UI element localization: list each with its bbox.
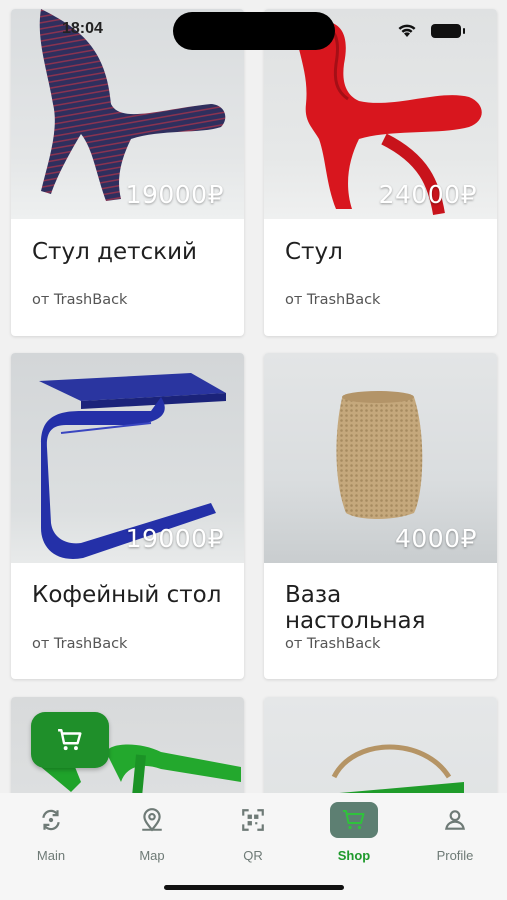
status-time: 18:04 <box>62 20 103 37</box>
nav-item-profile[interactable]: Profile <box>410 793 500 873</box>
product-photo: 4000₽ <box>264 353 497 563</box>
product-price: 19000₽ <box>125 180 224 209</box>
product-price: 24000₽ <box>378 180 477 209</box>
nav-active-indicator <box>330 802 378 838</box>
nav-label: Main <box>36 848 66 863</box>
nav-item-qr[interactable]: QR <box>208 793 298 873</box>
cart-icon <box>343 810 365 830</box>
nav-label: Map <box>139 848 165 863</box>
product-card[interactable]: 19000₽ Стул детский от TrashBack <box>11 9 244 336</box>
qr-scan-icon <box>242 809 264 831</box>
user-icon <box>445 810 465 830</box>
product-title: Ваза настольная <box>285 582 426 634</box>
status-bar: 18:04 <box>0 0 507 50</box>
product-card[interactable]: 19000₽ Кофейный стол от TrashBack <box>11 353 244 679</box>
nav-label: QR <box>243 848 263 863</box>
nav-item-shop[interactable]: Shop <box>309 793 399 873</box>
product-card[interactable]: 4000₽ Ваза настольная от TrashBack <box>264 353 497 679</box>
product-seller: от TrashBack <box>285 292 381 308</box>
product-title: Стул <box>285 239 343 265</box>
product-seller: от TrashBack <box>285 636 381 652</box>
product-seller: от TrashBack <box>32 636 128 652</box>
refresh-icon <box>42 809 60 831</box>
nav-label: Shop <box>337 848 371 863</box>
cart-icon <box>58 729 82 751</box>
battery-icon <box>431 24 465 38</box>
bottom-navigation: Main Map QR Shop Profile <box>0 793 507 900</box>
product-card[interactable]: 24000₽ Стул от TrashBack <box>264 9 497 336</box>
nav-item-main[interactable]: Main <box>6 793 96 873</box>
product-seller: от TrashBack <box>32 292 128 308</box>
product-title: Кофейный стол <box>32 582 222 608</box>
nav-item-map[interactable]: Map <box>107 793 197 873</box>
cart-fab-button[interactable] <box>31 712 109 768</box>
product-title: Стул детский <box>32 239 197 265</box>
product-price: 19000₽ <box>125 524 224 553</box>
dynamic-island <box>173 12 335 50</box>
home-indicator <box>164 885 344 890</box>
nav-label: Profile <box>436 848 474 863</box>
wifi-icon <box>398 24 416 37</box>
map-pin-icon <box>142 808 162 832</box>
product-photo: 19000₽ <box>11 353 244 563</box>
product-price: 4000₽ <box>394 524 477 553</box>
